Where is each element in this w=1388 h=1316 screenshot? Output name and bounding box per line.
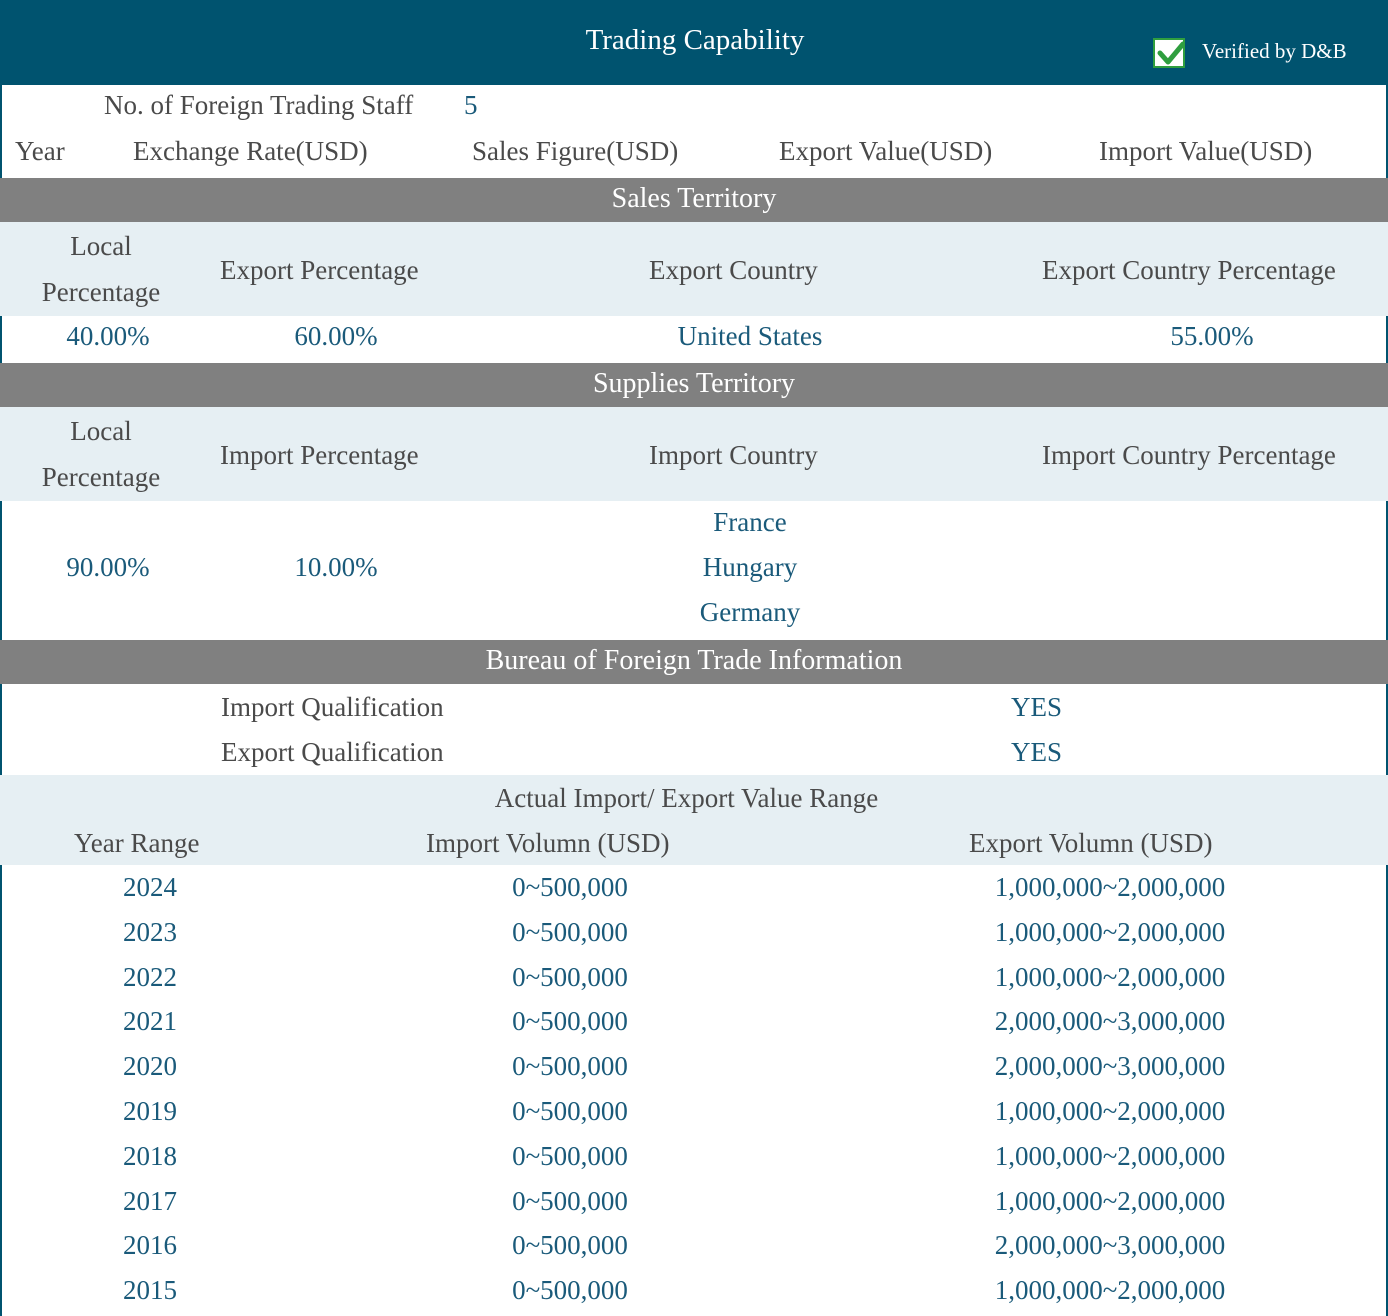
col-sales-figure: Sales Figure(USD): [472, 136, 679, 166]
sales-export-country: United States: [677, 321, 823, 351]
export-volumn-cell: 2,000,000~3,000,000: [994, 1051, 1226, 1081]
sales-territory-band: Sales Territory: [0, 178, 1388, 222]
year-cell: 2022: [123, 962, 177, 992]
import-volumn-cell: 0~500,000: [512, 1230, 628, 1260]
export-volumn-cell: 1,000,000~2,000,000: [994, 917, 1226, 947]
value-range-title: Actual Import/ Export Value Range: [494, 783, 879, 813]
import-country-item: France: [713, 507, 787, 537]
sales-local-value: 40.00%: [66, 321, 150, 351]
supplies-local-value: 90.00%: [66, 552, 150, 582]
col-export-value: Export Value(USD): [779, 136, 993, 166]
import-country-item: Germany: [699, 597, 801, 627]
supplies-territory-header-row: Local Percentage Import Percentage Impor…: [0, 407, 1388, 501]
year-cell: 2016: [123, 1230, 177, 1260]
import-volumn-cell: 0~500,000: [512, 962, 628, 992]
col-export-volumn: Export Volumn (USD): [969, 828, 1213, 858]
export-volumn-cell: 1,000,000~2,000,000: [994, 1275, 1226, 1305]
export-volumn-cell: 1,000,000~2,000,000: [994, 872, 1226, 902]
bureau-title: Bureau of Foreign Trade Information: [485, 645, 903, 676]
col-exchange-rate: Exchange Rate(USD): [133, 136, 368, 166]
import-volumn-cell: 0~500,000: [512, 1186, 628, 1216]
year-cell: 2019: [123, 1096, 177, 1126]
export-volumn-cell: 2,000,000~3,000,000: [994, 1230, 1226, 1260]
year-cell: 2024: [123, 872, 177, 902]
bureau-band: Bureau of Foreign Trade Information: [0, 640, 1388, 684]
year-cell: 2015: [123, 1275, 177, 1305]
import-volumn-cell: 0~500,000: [512, 917, 628, 947]
export-qualification-label: Export Qualification: [221, 737, 444, 767]
section-header: Trading Capability Verified by D&B: [0, 0, 1388, 85]
sales-export-country-percentage: 55.00%: [1170, 321, 1254, 351]
sales-export-value: 60.00%: [294, 321, 378, 351]
checkbox-checked-icon: [1153, 38, 1185, 68]
header-import-percentage: Import Percentage: [220, 440, 419, 470]
year-cell: 2020: [123, 1051, 177, 1081]
import-volumn-cell: 0~500,000: [512, 1051, 628, 1081]
sales-territory-title: Sales Territory: [611, 183, 777, 214]
import-country-item: Hungary: [702, 552, 798, 582]
import-volumn-cell: 0~500,000: [512, 1141, 628, 1171]
col-year: Year: [15, 136, 65, 166]
import-qualification-value: YES: [1011, 692, 1063, 722]
import-volumn-cell: 0~500,000: [512, 1096, 628, 1126]
header-export-percentage: Export Percentage: [220, 255, 419, 285]
header-local-line2: Percentage: [41, 462, 161, 492]
import-volumn-cell: 0~500,000: [512, 872, 628, 902]
staff-label: No. of Foreign Trading Staff: [104, 90, 414, 120]
supplies-import-value: 10.00%: [294, 552, 378, 582]
header-export-country-percentage: Export Country Percentage: [1042, 255, 1336, 285]
year-cell: 2021: [123, 1006, 177, 1036]
header-local-line2: Percentage: [41, 277, 161, 307]
header-local-line1: Local: [70, 231, 132, 261]
header-import-country: Import Country: [649, 440, 818, 470]
year-cell: 2018: [123, 1141, 177, 1171]
col-import-value: Import Value(USD): [1099, 136, 1313, 166]
year-cell: 2023: [123, 917, 177, 947]
supplies-territory-title: Supplies Territory: [592, 368, 796, 399]
export-volumn-cell: 2,000,000~3,000,000: [994, 1006, 1226, 1036]
export-volumn-cell: 1,000,000~2,000,000: [994, 1096, 1226, 1126]
sales-territory-header-row: Local Percentage Export Percentage Expor…: [0, 222, 1388, 316]
export-volumn-cell: 1,000,000~2,000,000: [994, 1186, 1226, 1216]
value-range-header: Actual Import/ Export Value Range Year R…: [0, 775, 1388, 865]
export-volumn-cell: 1,000,000~2,000,000: [994, 962, 1226, 992]
import-volumn-cell: 0~500,000: [512, 1006, 628, 1036]
export-qualification-value: YES: [1011, 737, 1063, 767]
header-local-line1: Local: [70, 416, 132, 446]
col-import-volumn: Import Volumn (USD): [426, 828, 670, 858]
verified-label: Verified by D&B: [1202, 39, 1347, 63]
staff-value: 5: [464, 90, 478, 120]
header-import-country-percentage: Import Country Percentage: [1042, 440, 1336, 470]
import-qualification-label: Import Qualification: [221, 692, 444, 722]
export-volumn-cell: 1,000,000~2,000,000: [994, 1141, 1226, 1171]
supplies-territory-band: Supplies Territory: [0, 363, 1388, 407]
year-cell: 2017: [123, 1186, 177, 1216]
col-year-range: Year Range: [74, 828, 200, 858]
header-export-country: Export Country: [649, 255, 818, 285]
import-volumn-cell: 0~500,000: [512, 1275, 628, 1305]
